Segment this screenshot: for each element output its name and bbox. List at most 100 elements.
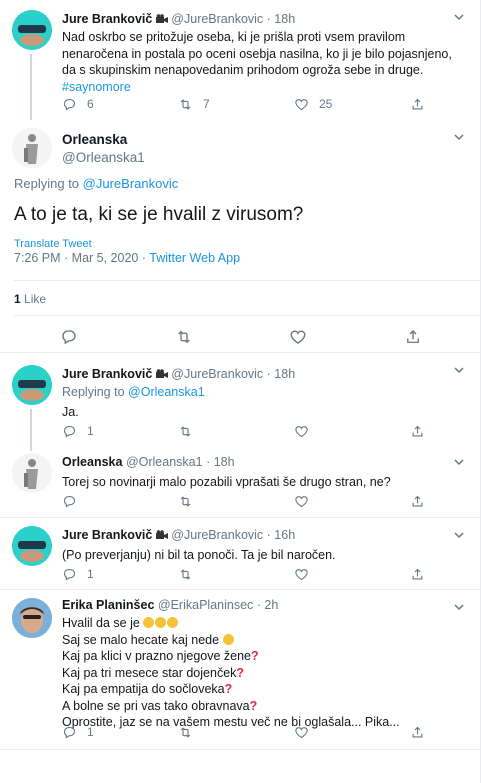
- replying-to-link[interactable]: @Orleanska1: [128, 385, 205, 399]
- author-handle[interactable]: @JureBrankovic: [171, 528, 263, 542]
- reply-button[interactable]: 1: [62, 564, 178, 584]
- like-button[interactable]: [294, 421, 410, 441]
- retweet-icon: [180, 425, 191, 437]
- replying-to-link[interactable]: @JureBrankovic: [83, 176, 179, 191]
- avatar[interactable]: [12, 453, 52, 493]
- chevron-down-icon[interactable]: [452, 130, 466, 144]
- conversation-timeline: Jure Brankovič @JureBrankovic · 18h Nad …: [0, 0, 481, 783]
- question-mark-icon: ?: [224, 682, 233, 696]
- avatar[interactable]: [12, 10, 52, 50]
- author-name[interactable]: Jure Brankovič: [62, 12, 152, 26]
- retweet-icon: [180, 495, 191, 507]
- context-tweet[interactable]: Jure Brankovič @JureBrankovic · 18h Nad …: [0, 0, 480, 120]
- question-mark-icon: ?: [251, 649, 259, 663]
- translate-tweet-link[interactable]: Translate Tweet: [14, 238, 92, 250]
- like-button[interactable]: [294, 564, 410, 584]
- tweet-time[interactable]: · 18h: [267, 12, 296, 26]
- question-mark-icon: ?: [236, 665, 245, 680]
- line-text: Saj se malo hecate kaj nede: [62, 632, 220, 647]
- reply-tweet[interactable]: Jure Brankovič @JureBrankovic · 16h (Po …: [0, 518, 480, 590]
- likes-summary[interactable]: 1 Like: [14, 292, 46, 306]
- author-name[interactable]: Erika Planinšec: [62, 598, 154, 612]
- author-name[interactable]: Orleanska: [62, 455, 122, 469]
- reply-icon: [63, 425, 76, 437]
- share-button[interactable]: [404, 328, 422, 348]
- share-button[interactable]: [410, 491, 440, 511]
- like-button[interactable]: [289, 328, 307, 348]
- heart-icon: [290, 330, 306, 344]
- line-text: Hvalil da se je: [62, 616, 140, 630]
- author-name[interactable]: Orleanska: [62, 131, 145, 149]
- retweet-button[interactable]: [178, 491, 294, 511]
- chevron-down-icon[interactable]: [452, 10, 466, 24]
- author-handle[interactable]: @JureBrankovic: [171, 367, 263, 381]
- retweet-button[interactable]: [175, 328, 193, 348]
- author-handle[interactable]: @Orleanska1: [62, 149, 145, 167]
- share-icon: [412, 726, 423, 737]
- like-button[interactable]: [294, 491, 410, 511]
- heart-icon: [295, 425, 308, 437]
- share-button[interactable]: [410, 722, 440, 742]
- author-name[interactable]: Jure Brankovič: [62, 367, 152, 381]
- reply-icon: [63, 726, 76, 738]
- reply-button[interactable]: 1: [62, 722, 178, 742]
- likes-label: Like: [24, 292, 47, 306]
- share-button[interactable]: [410, 94, 440, 114]
- author-handle[interactable]: @JureBrankovic: [171, 12, 263, 26]
- hashtag-link[interactable]: #saynomore: [62, 80, 131, 94]
- avatar[interactable]: [12, 526, 52, 566]
- tweet-datetime[interactable]: 7:26 PM · Mar 5, 2020 ·: [14, 251, 146, 265]
- reply-button[interactable]: 6: [62, 94, 178, 114]
- reply-tweet[interactable]: Jure Brankovič @JureBrankovic · 18h Repl…: [0, 353, 480, 445]
- eye-roll-emoji-icon: [143, 617, 155, 628]
- chevron-down-icon[interactable]: [452, 528, 466, 542]
- replying-to-label: Replying to: [62, 385, 125, 399]
- chevron-down-icon[interactable]: [452, 363, 466, 377]
- share-icon: [407, 330, 419, 343]
- share-button[interactable]: [410, 421, 440, 441]
- retweet-icon: [177, 330, 190, 344]
- tweet-line: A bolne se pri vas tako obravnava?: [62, 698, 464, 715]
- reply-icon: [63, 98, 76, 110]
- author-name[interactable]: Jure Brankovič: [62, 528, 152, 542]
- chevron-down-icon[interactable]: [452, 600, 466, 614]
- thread-line: [30, 54, 32, 120]
- avatar[interactable]: [12, 128, 52, 168]
- tweet-line: Kaj pa tri mesece star dojenček?: [62, 665, 464, 682]
- retweet-button[interactable]: 7: [178, 94, 294, 114]
- author-handle[interactable]: @Orleanska1: [126, 455, 203, 469]
- tweet-text: Hvalil da se je Saj se malo hecate kaj n…: [62, 615, 464, 731]
- share-button[interactable]: [410, 564, 440, 584]
- like-button[interactable]: 25: [294, 94, 410, 114]
- like-button[interactable]: [294, 722, 410, 742]
- retweet-button[interactable]: [178, 722, 294, 742]
- tweet-source[interactable]: Twitter Web App: [149, 251, 240, 265]
- tweet-time[interactable]: · 18h: [206, 455, 235, 469]
- heart-icon: [295, 495, 308, 507]
- avatar[interactable]: [12, 365, 52, 405]
- tweet-time[interactable]: · 2h: [257, 598, 279, 612]
- reply-tweet[interactable]: Erika Planinšec @ErikaPlaninsec · 2h Hva…: [0, 590, 480, 750]
- replying-to-label: Replying to: [14, 176, 80, 191]
- reply-count: 1: [87, 567, 94, 581]
- chevron-down-icon[interactable]: [452, 455, 466, 469]
- tweet-time[interactable]: · 16h: [267, 528, 296, 542]
- reply-button[interactable]: [62, 491, 178, 511]
- reply-icon: [62, 330, 76, 345]
- likes-total: 1: [14, 292, 21, 306]
- reply-button[interactable]: 1: [62, 421, 178, 441]
- thread-line: [30, 445, 32, 451]
- heart-icon: [295, 726, 308, 738]
- retweet-button[interactable]: [178, 421, 294, 441]
- reply-icon: [63, 568, 76, 580]
- author-handle[interactable]: @ErikaPlaninsec: [158, 598, 253, 612]
- retweet-button[interactable]: [178, 564, 294, 584]
- line-text: Kaj pa tri mesece star dojenček: [62, 665, 237, 680]
- tweet-line: Saj se malo hecate kaj nede: [62, 632, 464, 649]
- share-icon: [412, 495, 423, 506]
- avatar[interactable]: [12, 598, 52, 638]
- tweet-time[interactable]: · 18h: [267, 367, 296, 381]
- reply-tweet[interactable]: Orleanska @Orleanska1 · 18h Torej so nov…: [0, 445, 480, 518]
- reply-button[interactable]: [60, 328, 78, 348]
- question-mark-icon: ?: [249, 698, 258, 713]
